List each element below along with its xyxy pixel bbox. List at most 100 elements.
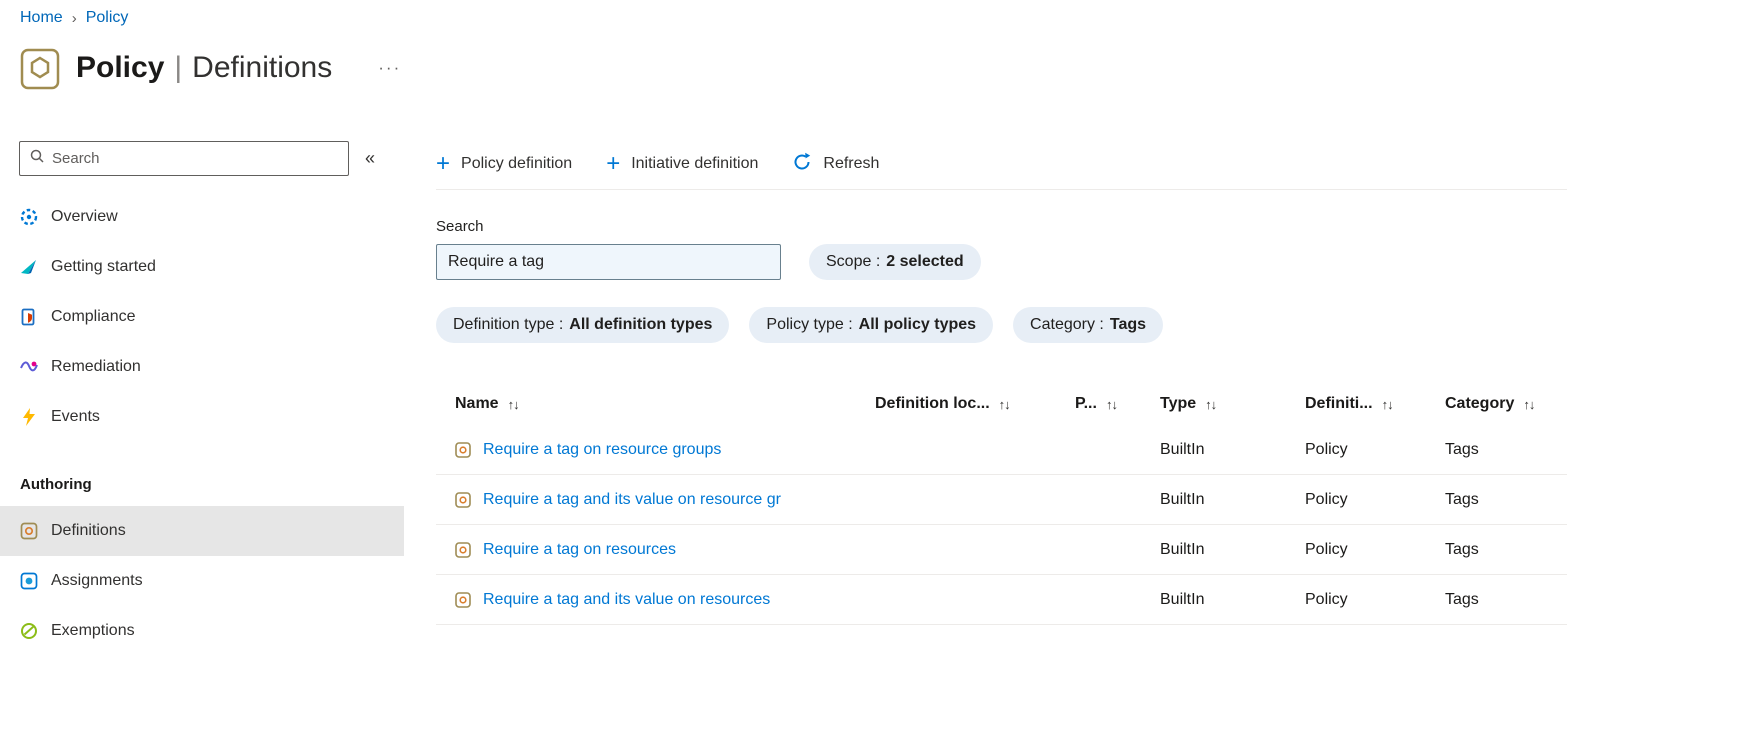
definition-type-filter-pill[interactable]: Definition type : All definition types	[436, 307, 730, 343]
column-header-name[interactable]: Name ↑↓	[436, 395, 858, 413]
sort-icon: ↑↓	[1205, 396, 1217, 412]
name-cell: Require a tag and its value on resources	[436, 591, 858, 609]
initiative-definition-button-label: Initiative definition	[631, 155, 759, 172]
filter-row-2: Definition type : All definition types P…	[436, 307, 1567, 343]
policy-link[interactable]: Require a tag on resources	[483, 541, 676, 559]
sidebar-item-label: Definitions	[51, 522, 126, 539]
pill-value: Tags	[1109, 316, 1147, 333]
category-filter-pill[interactable]: Category : Tags	[1013, 307, 1164, 343]
sidebar-nav: Overview Getting started Compliance Reme…	[0, 192, 404, 442]
page-title-primary: Policy	[76, 51, 165, 84]
category-cell: Tags	[1445, 540, 1479, 558]
policy-link[interactable]: Require a tag on resource groups	[483, 441, 721, 459]
sidebar-item-overview[interactable]: Overview	[0, 192, 404, 242]
column-header-type[interactable]: Type ↑↓	[1143, 395, 1288, 413]
sidebar-item-label: Overview	[51, 208, 118, 225]
sort-icon: ↑↓	[1105, 396, 1118, 412]
breadcrumb: Home › Policy	[20, 9, 128, 27]
sidebar-item-events[interactable]: Events	[0, 392, 404, 442]
pill-value: 2 selected	[886, 253, 964, 270]
policy-type-filter-pill[interactable]: Policy type : All policy types	[749, 307, 994, 343]
search-icon	[29, 148, 45, 169]
more-options-button[interactable]: ···	[378, 58, 401, 78]
breadcrumb-home-link[interactable]: Home	[20, 9, 63, 27]
page-title-separator: |	[174, 51, 183, 84]
sort-icon: ↑↓	[1523, 396, 1535, 412]
category-cell: Tags	[1445, 490, 1479, 508]
sort-icon: ↑↓	[507, 396, 520, 412]
sidebar-search-box[interactable]	[19, 140, 349, 176]
type-cell: BuiltIn	[1160, 540, 1205, 558]
sidebar-search-input[interactable]	[52, 149, 339, 167]
sidebar-item-label: Getting started	[51, 258, 156, 275]
sidebar-item-label: Exemptions	[51, 622, 135, 639]
column-header-label: Definiti...	[1305, 395, 1373, 412]
refresh-button[interactable]: Refresh	[792, 152, 879, 177]
pill-value: All definition types	[569, 316, 713, 333]
scope-filter-pill[interactable]: Scope : 2 selected	[809, 244, 981, 280]
getting-started-icon	[20, 258, 38, 276]
name-cell: Require a tag and its value on resource …	[436, 491, 858, 509]
sidebar-item-compliance[interactable]: Compliance	[0, 292, 404, 342]
main-content: + Policy definition + Initiative definit…	[436, 145, 1567, 625]
overview-icon	[20, 208, 38, 226]
column-header-label: Category	[1445, 395, 1515, 412]
pill-label: Category :	[1030, 316, 1104, 333]
name-cell: Require a tag on resources	[436, 541, 858, 559]
sidebar-item-label: Remediation	[51, 358, 141, 375]
policy-icon	[20, 46, 60, 90]
toolbar-divider	[436, 189, 1567, 190]
page-title-secondary: Definitions	[192, 51, 333, 84]
sidebar-item-remediation[interactable]: Remediation	[0, 342, 404, 392]
sidebar-item-definitions[interactable]: Definitions	[0, 506, 404, 556]
sidebar-item-label: Events	[51, 408, 100, 425]
table-row: Require a tag and its value on resource …	[436, 475, 1567, 525]
policy-link[interactable]: Require a tag and its value on resource …	[483, 491, 781, 509]
sidebar: « Overview Getting s	[0, 140, 404, 656]
refresh-button-label: Refresh	[823, 155, 880, 172]
plus-icon: +	[436, 150, 451, 177]
policy-definition-button-label: Policy definition	[461, 155, 573, 172]
events-icon	[20, 408, 38, 426]
sidebar-item-assignments[interactable]: Assignments	[0, 556, 404, 606]
breadcrumb-policy-link[interactable]: Policy	[86, 9, 129, 27]
collapse-sidebar-button[interactable]: «	[365, 148, 375, 169]
sidebar-item-getting-started[interactable]: Getting started	[0, 242, 404, 292]
page-title: Policy | Definitions	[76, 51, 332, 85]
policy-definition-button[interactable]: + Policy definition	[436, 152, 572, 176]
column-header-category[interactable]: Category ↑↓	[1428, 395, 1567, 413]
policy-definition-icon	[455, 541, 471, 558]
policy-link[interactable]: Require a tag and its value on resources	[483, 591, 770, 609]
type-cell: BuiltIn	[1160, 490, 1205, 508]
assignments-icon	[20, 572, 38, 590]
definition-type-cell: Policy	[1305, 540, 1348, 558]
exemptions-icon	[20, 622, 38, 640]
page-header: Policy | Definitions ···	[20, 46, 401, 90]
column-header-definition-location[interactable]: Definition loc... ↑↓	[858, 395, 1058, 413]
policy-definition-icon	[455, 441, 471, 458]
definition-type-cell: Policy	[1305, 590, 1348, 608]
policy-definition-icon	[455, 591, 471, 608]
sidebar-search-row: «	[0, 140, 404, 176]
sort-icon: ↑↓	[998, 396, 1011, 412]
sidebar-item-exemptions[interactable]: Exemptions	[0, 606, 404, 656]
sidebar-authoring-nav: Definitions Assignments Exemptions	[0, 506, 404, 656]
pill-value: All policy types	[858, 316, 977, 333]
column-header-label: Definition loc...	[875, 395, 990, 412]
definition-search-input[interactable]	[436, 244, 781, 280]
category-cell: Tags	[1445, 440, 1479, 458]
definitions-table: Name ↑↓ Definition loc... ↑↓ P... ↑↓ Typ…	[436, 383, 1567, 625]
category-cell: Tags	[1445, 590, 1479, 608]
column-header-label: Type	[1160, 395, 1197, 412]
authoring-section-label: Authoring	[20, 475, 92, 493]
sidebar-item-label: Assignments	[51, 572, 143, 589]
initiative-definition-button[interactable]: + Initiative definition	[606, 152, 758, 176]
definition-type-cell: Policy	[1305, 440, 1348, 458]
column-header-policies[interactable]: P... ↑↓	[1058, 395, 1143, 413]
chevron-right-icon: ›	[71, 9, 77, 27]
pill-label: Policy type :	[766, 316, 853, 333]
name-cell: Require a tag on resource groups	[436, 441, 858, 459]
column-header-definition-type[interactable]: Definiti... ↑↓	[1288, 395, 1428, 413]
toolbar: + Policy definition + Initiative definit…	[436, 145, 1567, 183]
compliance-icon	[20, 308, 38, 326]
